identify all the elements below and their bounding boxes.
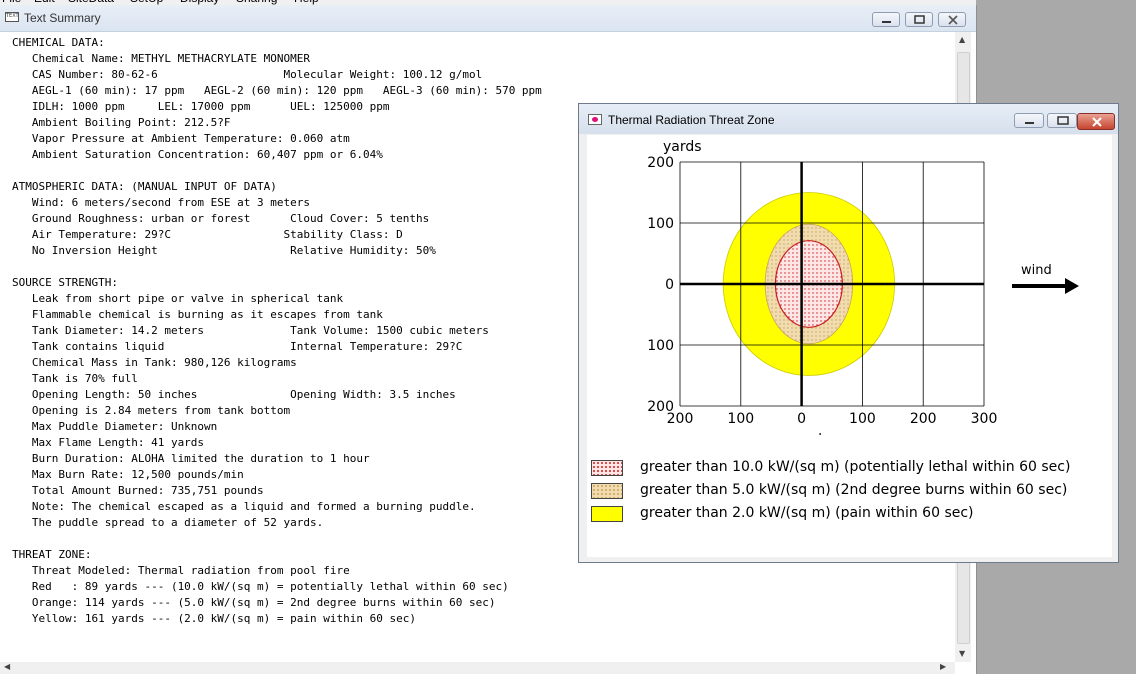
- close-icon: [948, 15, 958, 25]
- maximize-icon: [914, 15, 925, 24]
- summary-line: Burn Duration: ALOHA limited the duratio…: [12, 452, 370, 465]
- legend-swatch: [591, 506, 623, 522]
- window-title: Text Summary: [24, 11, 101, 25]
- text-summary-titlebar[interactable]: TEXT Text Summary: [0, 5, 976, 32]
- y-tick-label: 200: [647, 399, 674, 415]
- summary-line: Opening Length: 50 inches Opening Width:…: [12, 388, 456, 401]
- legend-label: greater than 5.0 kW/(sq m) (2nd degree b…: [640, 482, 1068, 498]
- summary-line: Tank contains liquid Internal Temperatur…: [12, 340, 463, 353]
- x-axis-label: yards: [791, 432, 830, 435]
- maximize-button[interactable]: [1047, 113, 1077, 128]
- close-button[interactable]: [1077, 113, 1115, 130]
- scroll-down-icon[interactable]: ▼: [959, 649, 965, 658]
- summary-line: Yellow: 161 yards --- (2.0 kW/(sq m) = p…: [12, 612, 416, 625]
- x-tick-label: 0: [797, 411, 806, 427]
- summary-line: Max Puddle Diameter: Unknown: [12, 420, 218, 433]
- close-button[interactable]: [938, 12, 966, 27]
- x-tick-label: 200: [910, 411, 937, 427]
- scroll-right-icon[interactable]: ▶: [940, 662, 946, 671]
- legend-label: greater than 10.0 kW/(sq m) (potentially…: [640, 459, 1071, 475]
- summary-line: Chemical Mass in Tank: 980,126 kilograms: [12, 356, 297, 369]
- maximize-icon: [1057, 116, 1069, 125]
- summary-line: Vapor Pressure at Ambient Temperature: 0…: [12, 132, 350, 145]
- threat-zone-chart: 20010001002003002001000100200 yards yard…: [647, 139, 1079, 435]
- scroll-left-icon[interactable]: ◀: [4, 662, 10, 671]
- y-tick-label: 0: [665, 277, 674, 293]
- summary-line: ATMOSPHERIC DATA: (MANUAL INPUT OF DATA): [12, 180, 277, 193]
- x-tick-label: 100: [849, 411, 876, 427]
- summary-line: Flammable chemical is burning as it esca…: [12, 308, 383, 321]
- minimize-icon: [882, 21, 891, 23]
- summary-line: Tank Diameter: 14.2 meters Tank Volume: …: [12, 324, 489, 337]
- maximize-button[interactable]: [905, 12, 933, 27]
- y-axis-label: yards: [663, 139, 702, 155]
- y-tick-label: 200: [647, 155, 674, 171]
- wind-label: wind: [1021, 263, 1052, 278]
- wind-arrow-icon: [1012, 278, 1079, 294]
- text-document-icon: TEXT: [5, 12, 19, 22]
- minimize-button[interactable]: [872, 12, 900, 27]
- summary-line: Tank is 70% full: [12, 372, 138, 385]
- window-title: Thermal Radiation Threat Zone: [608, 113, 775, 127]
- summary-line: SOURCE STRENGTH:: [12, 276, 118, 289]
- summary-line: Wind: 6 meters/second from ESE at 3 mete…: [12, 196, 311, 209]
- summary-line: Air Temperature: 29?C Stability Class: D: [12, 228, 403, 241]
- horizontal-scrollbar[interactable]: ◀ ▶: [0, 662, 955, 674]
- x-tick-label: 300: [971, 411, 998, 427]
- legend-swatch: [591, 460, 623, 476]
- summary-line: Leak from short pipe or valve in spheric…: [12, 292, 344, 305]
- minimize-icon: [1025, 122, 1034, 124]
- threat-zone-window: Thermal Radiation Threat Zone 200 100 0 …: [578, 103, 1119, 563]
- summary-line: AEGL-1 (60 min): 17 ppm AEGL-2 (60 min):…: [12, 84, 542, 97]
- summary-line: THREAT ZONE:: [12, 548, 92, 561]
- summary-line: CHEMICAL DATA:: [12, 36, 105, 49]
- summary-line: Max Flame Length: 41 yards: [12, 436, 205, 449]
- summary-line: Chemical Name: METHYL METHACRYLATE MONOM…: [12, 52, 311, 65]
- summary-line: Threat Modeled: Thermal radiation from p…: [12, 564, 350, 577]
- summary-line: Red : 89 yards --- (10.0 kW/(sq m) = pot…: [12, 580, 509, 593]
- threat-zone-plot-area: 20010001002003002001000100200 yards yard…: [587, 135, 1112, 557]
- scroll-up-icon[interactable]: ▲: [959, 35, 965, 44]
- summary-line: Max Burn Rate: 12,500 pounds/min: [12, 468, 244, 481]
- summary-line: CAS Number: 80-62-6 Molecular Weight: 10…: [12, 68, 483, 81]
- summary-line: Note: The chemical escaped as a liquid a…: [12, 500, 476, 513]
- close-icon: [1092, 117, 1102, 127]
- summary-line: The puddle spread to a diameter of 52 ya…: [12, 516, 324, 529]
- summary-line: Opening is 2.84 meters from tank bottom: [12, 404, 291, 417]
- y-tick-label: 100: [647, 338, 674, 354]
- x-tick-label: 100: [727, 411, 754, 427]
- y-tick-label: 100: [647, 216, 674, 232]
- threat-zone-app-icon: [588, 114, 602, 125]
- summary-line: Orange: 114 yards --- (5.0 kW/(sq m) = 2…: [12, 596, 496, 609]
- legend-label: greater than 2.0 kW/(sq m) (pain within …: [640, 505, 974, 521]
- legend-swatch: [591, 483, 623, 499]
- summary-line: No Inversion Height Relative Humidity: 5…: [12, 244, 436, 257]
- minimize-button[interactable]: [1014, 113, 1044, 128]
- summary-line: Ambient Boiling Point: 212.5?F: [12, 116, 231, 129]
- summary-line: IDLH: 1000 ppm LEL: 17000 ppm UEL: 12500…: [12, 100, 390, 113]
- summary-line: Ambient Saturation Concentration: 60,407…: [12, 148, 383, 161]
- summary-line: Ground Roughness: urban or forest Cloud …: [12, 212, 430, 225]
- summary-line: Total Amount Burned: 735,751 pounds: [12, 484, 264, 497]
- threat-zone-titlebar[interactable]: Thermal Radiation Threat Zone: [579, 104, 1118, 134]
